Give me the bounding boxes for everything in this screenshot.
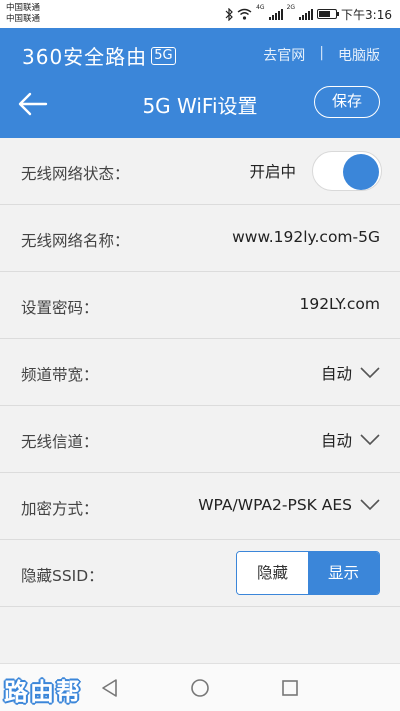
channel-value: 自动 [320, 432, 352, 450]
nav-recents-icon[interactable] [280, 678, 300, 698]
bandwidth-row[interactable]: 频道带宽： 自动 [0, 339, 400, 406]
channel-label: 无线信道： [21, 433, 99, 451]
wifi-toggle[interactable] [312, 151, 382, 191]
encryption-label: 加密方式： [21, 500, 99, 518]
wifi-name-label: 无线网络名称： [21, 232, 130, 250]
settings-list: 无线网络状态： 开启中 无线网络名称： www.192ly.com-5G 设置密… [0, 138, 400, 607]
brand-badge: 5G [151, 46, 176, 65]
channel-row[interactable]: 无线信道： 自动 [0, 406, 400, 473]
toggle-knob [343, 154, 379, 190]
wifi-status-control: 开启中 [249, 151, 382, 191]
carrier-2: 中国联通 [6, 14, 41, 24]
signal-icon [268, 8, 283, 20]
nav-back-icon[interactable] [100, 678, 120, 698]
channel-select[interactable]: 自动 [321, 429, 380, 451]
wifi-status-label: 无线网络状态： [21, 165, 130, 183]
hide-ssid-row: 隐藏SSID： 隐藏 显示 [0, 540, 400, 607]
signal-icon [299, 8, 314, 20]
system-nav-bar: 路由帮 [0, 663, 400, 711]
pc-version-link[interactable]: 电脑版 [338, 45, 380, 65]
hide-ssid-option-show[interactable]: 显示 [308, 552, 379, 594]
wifi-status-value: 开启中 [249, 163, 296, 181]
status-bar: 中国联通 中国联通 4G 2G 下午3:16 [0, 0, 400, 28]
network-type-1: 4G [256, 4, 265, 11]
app-header: 360安全路由 5G 去官网 | 电脑版 5G WiFi设置 保存 [0, 28, 400, 138]
encryption-select[interactable]: WPA/WPA2-PSK AES [198, 496, 380, 514]
nav-home-icon[interactable] [190, 678, 210, 698]
save-button[interactable]: 保存 [314, 86, 380, 118]
clock: 下午3:16 [341, 7, 392, 22]
password-label: 设置密码： [21, 299, 99, 317]
password-value[interactable]: 192LY.com [299, 295, 380, 313]
brand-logo: 360安全路由 5G [22, 41, 176, 70]
bluetooth-icon [225, 7, 233, 21]
wifi-name-row[interactable]: 无线网络名称： www.192ly.com-5G [0, 205, 400, 272]
password-row[interactable]: 设置密码： 192LY.com [0, 272, 400, 339]
wifi-icon [237, 8, 252, 20]
link-separator: | [319, 45, 324, 61]
chevron-down-icon [360, 499, 380, 511]
hide-ssid-segmented-control: 隐藏 显示 [236, 551, 380, 595]
brand-name: 360安全路由 [22, 45, 148, 69]
system-indicators: 4G 2G 下午3:16 [225, 5, 392, 23]
official-site-link[interactable]: 去官网 [263, 45, 305, 65]
hide-ssid-label: 隐藏SSID： [21, 567, 104, 585]
wifi-name-value[interactable]: www.192ly.com-5G [232, 228, 380, 246]
watermark-logo: 路由帮 [4, 678, 82, 706]
encryption-row[interactable]: 加密方式： WPA/WPA2-PSK AES [0, 473, 400, 540]
bandwidth-value: 自动 [320, 365, 352, 383]
top-links: 去官网 | 电脑版 [263, 45, 380, 65]
wifi-status-row: 无线网络状态： 开启中 [0, 138, 400, 205]
network-type-2: 2G [286, 4, 296, 11]
bandwidth-label: 频道带宽： [21, 366, 99, 384]
bandwidth-select[interactable]: 自动 [321, 362, 380, 384]
encryption-value: WPA/WPA2-PSK AES [198, 496, 352, 514]
battery-icon [317, 9, 340, 19]
chevron-down-icon [360, 434, 380, 446]
chevron-down-icon [360, 367, 380, 379]
hide-ssid-option-hide[interactable]: 隐藏 [237, 552, 308, 594]
carrier-1: 中国联通 [6, 3, 41, 13]
